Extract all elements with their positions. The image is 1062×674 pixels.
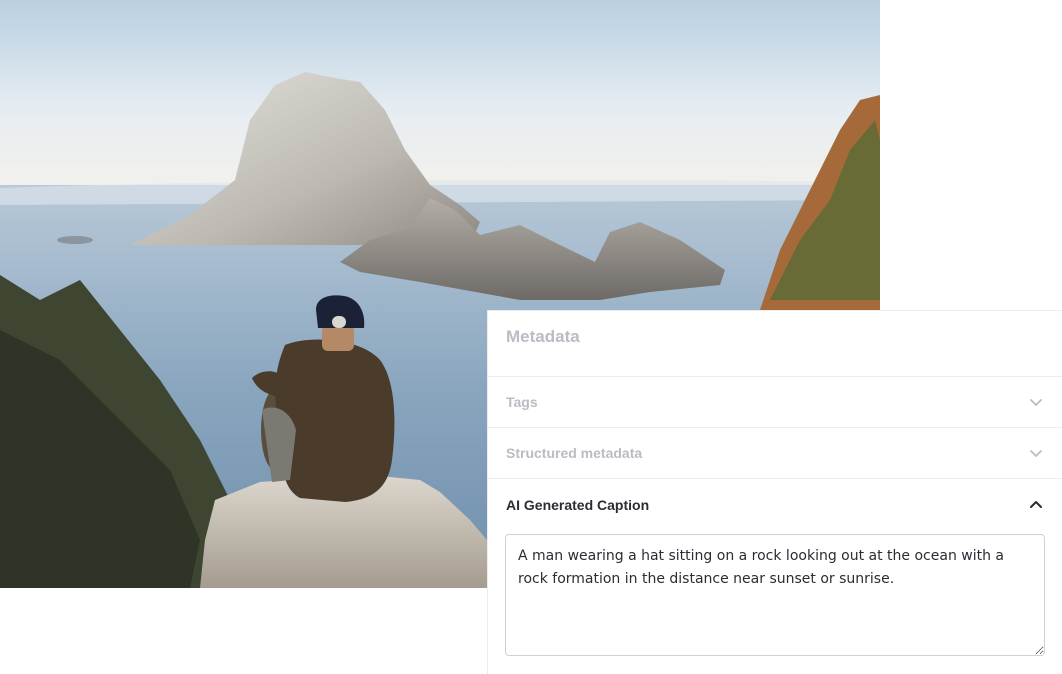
panel-title: Metadata (488, 311, 1062, 377)
section-tags[interactable]: Tags (488, 377, 1062, 428)
chevron-down-icon[interactable] (1028, 394, 1044, 410)
section-label: AI Generated Caption (506, 496, 650, 513)
metadata-panel: Metadata Tags Structured metadata AI Gen… (487, 310, 1062, 674)
caption-textarea[interactable]: A man wearing a hat sitting on a rock lo… (505, 534, 1045, 656)
chevron-up-icon[interactable] (1028, 497, 1044, 513)
section-label: Structured metadata (506, 445, 643, 461)
section-label: Tags (506, 394, 538, 410)
caption-wrapper: A man wearing a hat sitting on a rock lo… (488, 530, 1062, 661)
chevron-down-icon[interactable] (1028, 445, 1044, 461)
section-structured-metadata[interactable]: Structured metadata (488, 428, 1062, 479)
section-ai-generated-caption[interactable]: AI Generated Caption (488, 479, 1062, 530)
